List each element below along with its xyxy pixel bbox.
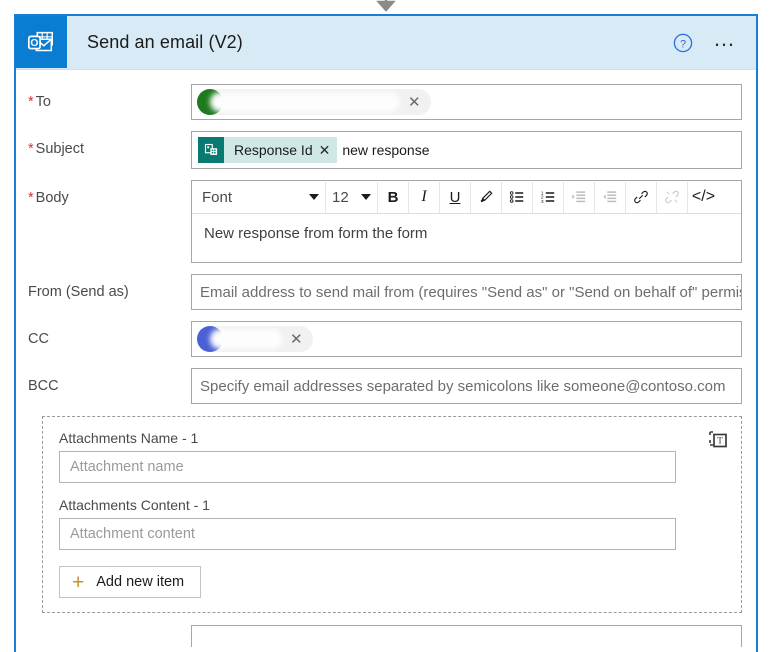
next-field-row-partial (16, 613, 756, 647)
plus-icon: + (72, 570, 85, 594)
highlighter-icon[interactable] (471, 181, 502, 213)
header-actions: ? … (673, 27, 756, 53)
bold-button[interactable]: B (378, 181, 409, 213)
switch-to-text-mode-icon[interactable]: T (707, 429, 729, 451)
add-new-item-button[interactable]: + Add new item (59, 566, 202, 598)
rich-text-editor: Font 12 B I U 1 2 3 </> New response fro… (191, 180, 742, 263)
underline-button[interactable]: U (440, 181, 471, 213)
cc-field: ✕ (191, 321, 742, 357)
required-asterisk: * (28, 141, 34, 157)
attachments-name-input[interactable]: Attachment name (59, 451, 676, 483)
remove-cc-chip-icon[interactable]: ✕ (282, 332, 311, 347)
remove-to-chip-icon[interactable]: ✕ (400, 95, 429, 110)
field-row-subject: * Subject Response Id ✕ new response (16, 131, 756, 169)
microsoft-forms-icon (198, 137, 224, 163)
unlink-icon (657, 181, 688, 213)
font-family-value: Font (202, 188, 233, 206)
help-circle-icon[interactable]: ? (673, 33, 693, 53)
from-field: Email address to send mail from (require… (191, 274, 742, 310)
required-asterisk: * (28, 190, 34, 206)
token-label: Response Id (234, 142, 313, 158)
code-view-icon[interactable]: </> (688, 182, 719, 213)
body-content[interactable]: New response from form the form (192, 214, 741, 262)
bulleted-list-icon[interactable] (502, 181, 533, 213)
svg-text:O: O (30, 38, 38, 49)
attachments-panel: T Attachments Name - 1 Attachment name A… (42, 416, 742, 613)
body-label: * Body (28, 190, 69, 206)
numbered-list-icon[interactable]: 1 2 3 (533, 181, 564, 213)
font-size-value: 12 (332, 188, 349, 206)
svg-text:?: ? (680, 38, 686, 50)
remove-token-icon[interactable]: ✕ (319, 142, 338, 159)
dynamic-content-token[interactable]: Response Id ✕ (198, 137, 338, 163)
bcc-label: BCC (28, 378, 59, 394)
to-field: ✕ (191, 84, 742, 120)
from-input[interactable]: Email address to send mail from (require… (191, 274, 742, 310)
to-person-name (210, 92, 400, 112)
chevron-down-icon (309, 194, 319, 200)
bcc-input[interactable]: Specify email addresses separated by sem… (191, 368, 742, 404)
cc-input[interactable]: ✕ (191, 321, 742, 357)
font-family-select[interactable]: Font (193, 181, 326, 213)
attachments-content-label: Attachments Content - 1 (59, 497, 210, 513)
font-size-select[interactable]: 12 (326, 181, 378, 213)
bold-glyph: B (387, 188, 399, 206)
cc-person-name (210, 329, 282, 349)
power-automate-action-card-screen: O Send an email (V2) ? … * To ✕ * Subjec… (0, 0, 772, 652)
card-body: * To ✕ * Subject Response Id ✕ new respo… (16, 70, 756, 647)
svg-text:T: T (717, 437, 723, 447)
from-label: From (Send as) (28, 284, 129, 300)
link-icon[interactable] (626, 181, 657, 213)
outdent-icon (595, 181, 626, 213)
add-new-item-label: Add new item (96, 574, 185, 590)
attachments-name-label: Attachments Name - 1 (59, 430, 199, 446)
more-options-icon[interactable]: … (713, 27, 738, 52)
body-field: Font 12 B I U 1 2 3 </> New response fro… (191, 180, 742, 263)
subject-label: * Subject (28, 141, 85, 157)
field-row-to: * To ✕ (16, 84, 756, 120)
tail-label-spacer (28, 625, 191, 647)
chevron-down-icon (361, 194, 371, 200)
outlook-icon: O (15, 16, 67, 68)
field-row-from: From (Send as) Email address to send mai… (16, 274, 756, 310)
editor-toolbar: Font 12 B I U 1 2 3 </> (192, 181, 741, 214)
card-header[interactable]: O Send an email (V2) ? … (15, 16, 756, 70)
to-person-chip[interactable]: ✕ (197, 89, 431, 115)
indent-icon (564, 181, 595, 213)
subject-text: new response (342, 142, 430, 158)
italic-glyph: I (421, 188, 427, 205)
send-an-email-action-card: O Send an email (V2) ? … * To ✕ * Subjec… (14, 14, 758, 652)
cc-label: CC (28, 331, 49, 347)
required-asterisk: * (28, 94, 34, 110)
svg-text:3: 3 (541, 199, 544, 205)
field-row-bcc: BCC Specify email addresses separated by… (16, 368, 756, 404)
field-row-cc: CC ✕ (16, 321, 756, 357)
arrow-down-icon (376, 0, 396, 12)
flow-connector (0, 0, 772, 14)
next-field-input-partial[interactable] (191, 625, 742, 647)
bcc-field: Specify email addresses separated by sem… (191, 368, 742, 404)
underline-glyph: U (449, 188, 461, 206)
italic-button[interactable]: I (409, 181, 440, 213)
to-input[interactable]: ✕ (191, 84, 742, 120)
field-row-body: * Body Font 12 B I U 1 2 3 </> New respo… (16, 180, 756, 263)
subject-field: Response Id ✕ new response (191, 131, 742, 169)
cc-person-chip[interactable]: ✕ (197, 326, 313, 352)
code-glyph: </> (691, 188, 716, 205)
card-title: Send an email (V2) (87, 32, 243, 52)
to-label: * To (28, 94, 51, 110)
subject-input[interactable]: Response Id ✕ new response (191, 131, 742, 169)
attachments-content-input[interactable]: Attachment content (59, 518, 676, 550)
